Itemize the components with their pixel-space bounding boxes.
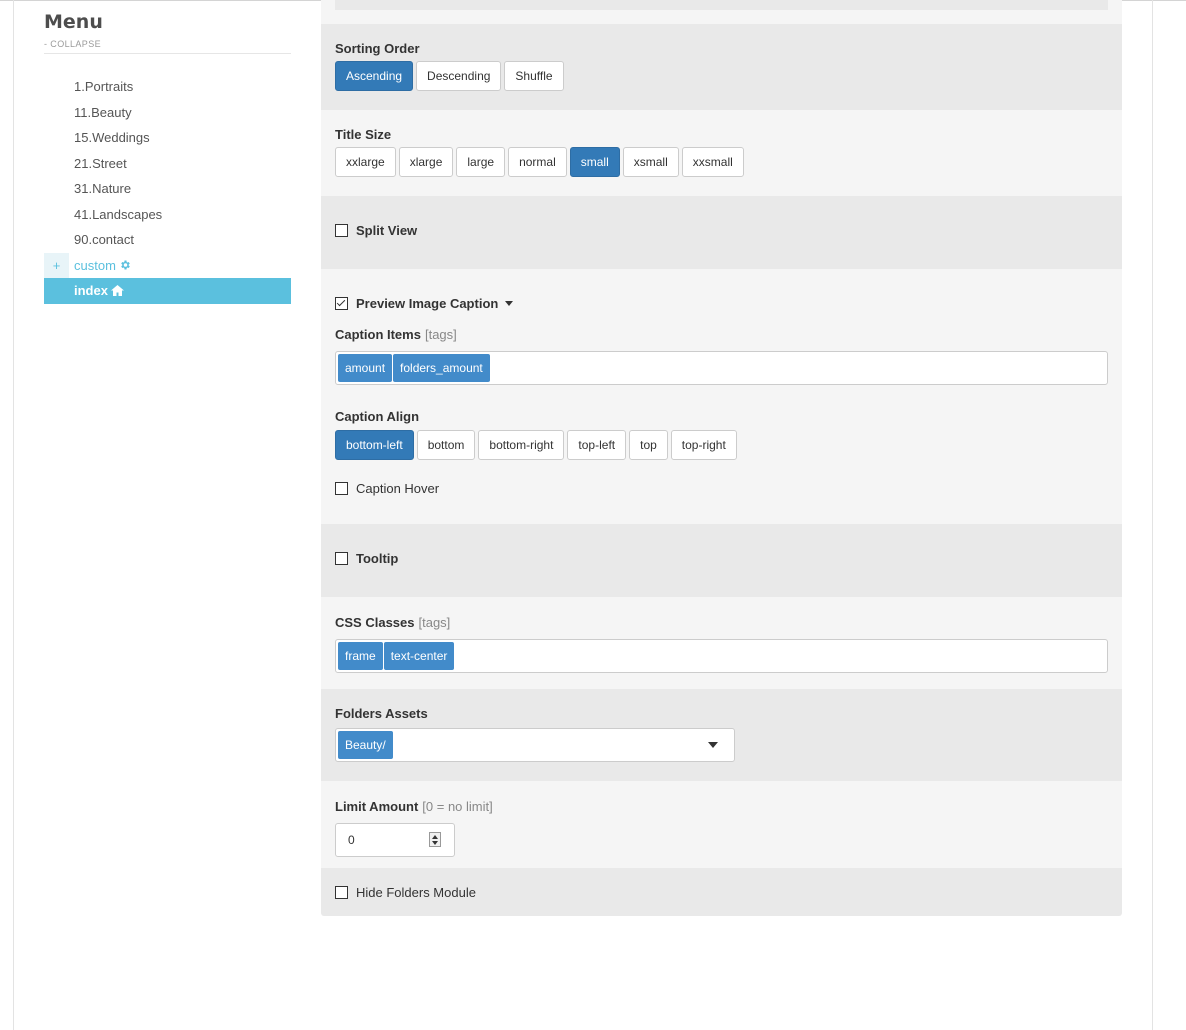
menu-item-label: custom	[74, 257, 116, 273]
css-classes-input[interactable]: frame text-center	[335, 639, 1108, 673]
align-bottom-left-button[interactable]: bottom-left	[335, 430, 414, 460]
home-icon	[108, 283, 124, 298]
limit-amount-label: Limit Amount	[335, 799, 419, 814]
tag[interactable]: Beauty/	[338, 731, 393, 759]
menu-item-custom[interactable]: + custom	[44, 252, 291, 279]
sort-descending-button[interactable]: Descending	[416, 61, 502, 91]
menu-list: 1.Portraits 11.Beauty 15.Weddings 21.Str…	[44, 74, 291, 304]
tooltip-section: Tooltip	[321, 524, 1122, 597]
menu-item-label: 15.Weddings	[74, 130, 150, 145]
menu-item-contact[interactable]: 90.contact	[44, 227, 291, 253]
caption-hover-label: Caption Hover	[356, 481, 440, 496]
tag[interactable]: text-center	[383, 642, 455, 670]
gear-icon	[116, 258, 131, 273]
title-size-label: Title Size	[335, 127, 392, 142]
tooltip-row: Tooltip	[335, 551, 1108, 566]
title-size-group: xxlarge xlarge large normal small xsmall…	[335, 147, 1108, 177]
menu-item-label: 11.Beauty	[74, 104, 132, 120]
folders-assets-label: Folders Assets	[335, 706, 428, 721]
hide-folders-checkbox[interactable]	[335, 886, 348, 899]
menu-item-beauty[interactable]: 11.Beauty	[44, 100, 291, 126]
menu-item-weddings[interactable]: 15.Weddings	[44, 125, 291, 151]
preview-caption-row: Preview Image Caption	[335, 296, 1108, 311]
hide-folders-section: Hide Folders Module	[321, 868, 1122, 916]
caption-items-label: Caption Items	[335, 327, 421, 342]
previous-section	[321, 0, 1122, 24]
title-size-small-button[interactable]: small	[569, 147, 620, 177]
sort-shuffle-button[interactable]: Shuffle	[504, 61, 564, 91]
limit-amount-value: 0	[348, 833, 355, 847]
left-frame-border	[13, 0, 14, 1030]
menu-item-street[interactable]: 21.Street	[44, 151, 291, 177]
css-classes-section: CSS Classes [tags] frame text-center	[321, 597, 1122, 689]
sorting-order-label: Sorting Order	[335, 41, 420, 56]
folders-assets-select[interactable]: Beauty/	[335, 728, 735, 762]
align-bottom-right-button[interactable]: bottom-right	[478, 430, 565, 460]
align-top-left-button[interactable]: top-left	[567, 430, 627, 460]
dropdown-arrow-icon[interactable]	[708, 742, 718, 748]
caption-items-input[interactable]: amount folders_amount	[335, 351, 1108, 385]
folders-assets-section: Folders Assets Beauty/	[321, 689, 1122, 781]
tag[interactable]: amount	[338, 354, 393, 382]
menu-item-label: 31.Nature	[74, 181, 132, 196]
hide-folders-label: Hide Folders Module	[356, 885, 476, 900]
previous-section-edge	[335, 0, 1108, 10]
menu-item-label: 41.Landscapes	[74, 206, 163, 222]
caption-hover-row: Caption Hover	[335, 481, 1108, 496]
sidebar: Menu - COLLAPSE 1.Portraits 11.Beauty 15…	[44, 10, 291, 304]
limit-amount-input[interactable]: 0	[335, 823, 455, 857]
caption-hover-checkbox[interactable]	[335, 482, 348, 495]
menu-item-label: index	[74, 283, 108, 298]
menu-item-index[interactable]: index	[44, 278, 291, 304]
spinner-arrows-icon[interactable]	[429, 832, 441, 847]
split-view-section: Split View	[321, 196, 1122, 269]
split-view-row: Split View	[335, 223, 1108, 238]
title-size-xxsmall-button[interactable]: xxsmall	[681, 147, 744, 177]
align-top-button[interactable]: top	[629, 430, 668, 460]
hide-folders-row: Hide Folders Module	[335, 885, 1108, 900]
caret-down-icon[interactable]	[505, 301, 514, 306]
preview-caption-checkbox[interactable]	[335, 297, 348, 310]
menu-title: Menu	[44, 11, 103, 33]
tag[interactable]: frame	[338, 642, 383, 670]
css-classes-hint: [tags]	[418, 615, 451, 630]
caption-items-label-row: Caption Items [tags]	[335, 326, 1108, 344]
limit-amount-label-row: Limit Amount [0 = no limit]	[335, 798, 1108, 816]
split-view-label: Split View	[356, 223, 418, 238]
tooltip-checkbox[interactable]	[335, 552, 348, 565]
sorting-order-section: Sorting Order Ascending Descending Shuff…	[321, 24, 1122, 110]
caption-items-hint: [tags]	[424, 327, 457, 342]
split-view-checkbox[interactable]	[335, 224, 348, 237]
menu-item-nature[interactable]: 31.Nature	[44, 176, 291, 202]
caption-section: Preview Image Caption Caption Items [tags…	[321, 269, 1122, 524]
menu-item-label: 21.Street	[74, 155, 127, 171]
right-frame-border	[1152, 0, 1153, 1030]
css-classes-label-row: CSS Classes [tags]	[335, 614, 1108, 632]
align-top-right-button[interactable]: top-right	[670, 430, 737, 460]
tooltip-label: Tooltip	[356, 551, 399, 566]
expand-button[interactable]: +	[44, 252, 69, 278]
caption-align-group: bottom-left bottom bottom-right top-left…	[335, 430, 1108, 460]
tag[interactable]: folders_amount	[393, 354, 490, 382]
title-size-xxlarge-button[interactable]: xxlarge	[335, 147, 396, 177]
sorting-order-group: Ascending Descending Shuffle	[335, 61, 1108, 91]
title-size-section: Title Size xxlarge xlarge large normal s…	[321, 110, 1122, 196]
preview-caption-label: Preview Image Caption	[356, 296, 499, 311]
menu-item-landscapes[interactable]: 41.Landscapes	[44, 202, 291, 228]
limit-amount-section: Limit Amount [0 = no limit] 0	[321, 781, 1122, 868]
menu-item-label: 1.Portraits	[74, 79, 134, 94]
sort-ascending-button[interactable]: Ascending	[335, 61, 414, 91]
collapse-link[interactable]: - COLLAPSE	[44, 39, 291, 54]
menu-item-label: 90.contact	[74, 232, 134, 247]
caption-align-label: Caption Align	[335, 409, 420, 424]
menu-item-portraits[interactable]: 1.Portraits	[44, 74, 291, 100]
css-classes-label: CSS Classes	[335, 615, 415, 630]
settings-panel: Sorting Order Ascending Descending Shuff…	[321, 0, 1122, 916]
title-size-large-button[interactable]: large	[456, 147, 506, 177]
title-size-xsmall-button[interactable]: xsmall	[622, 147, 679, 177]
limit-amount-hint: [0 = no limit]	[422, 799, 493, 814]
title-size-normal-button[interactable]: normal	[508, 147, 567, 177]
align-bottom-button[interactable]: bottom	[416, 430, 476, 460]
title-size-xlarge-button[interactable]: xlarge	[398, 147, 454, 177]
